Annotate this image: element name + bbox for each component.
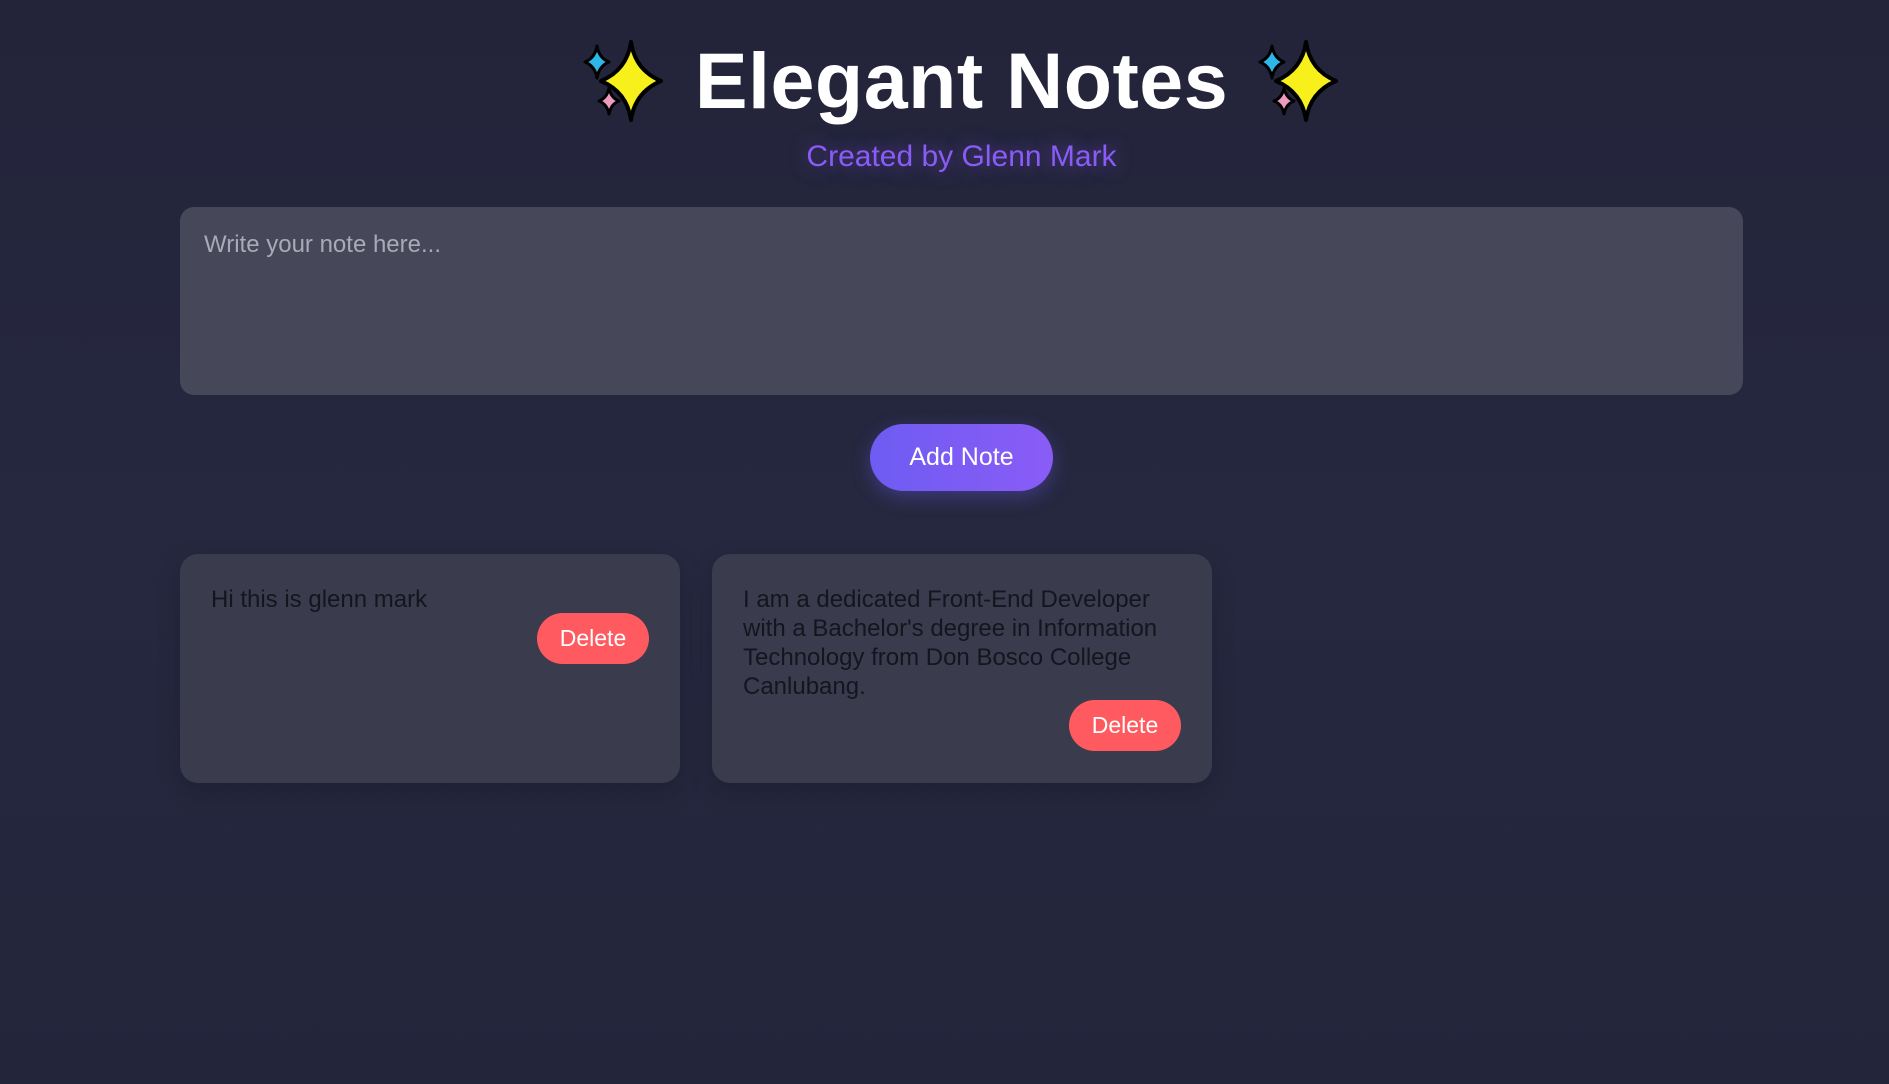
app-header: Elegant Notes Created by Glenn Mark: [0, 36, 1889, 174]
add-note-button[interactable]: Add Note: [870, 424, 1053, 491]
sparkles-icon: [583, 40, 663, 122]
note-card: Hi this is glenn mark Delete: [180, 554, 680, 783]
note-text: I am a dedicated Front-End Developer wit…: [743, 586, 1158, 700]
subtitle: Created by Glenn Mark: [806, 140, 1117, 173]
sparkles-icon: [1258, 40, 1339, 122]
page-title: Elegant Notes: [694, 36, 1229, 125]
delete-button[interactable]: Delete: [537, 613, 649, 664]
note-card: I am a dedicated Front-End Developer wit…: [712, 554, 1212, 783]
delete-button[interactable]: Delete: [1069, 700, 1181, 751]
note-input[interactable]: [180, 207, 1743, 395]
title-row: Elegant Notes: [0, 36, 1889, 126]
note-text: Hi this is glenn mark: [211, 586, 428, 613]
